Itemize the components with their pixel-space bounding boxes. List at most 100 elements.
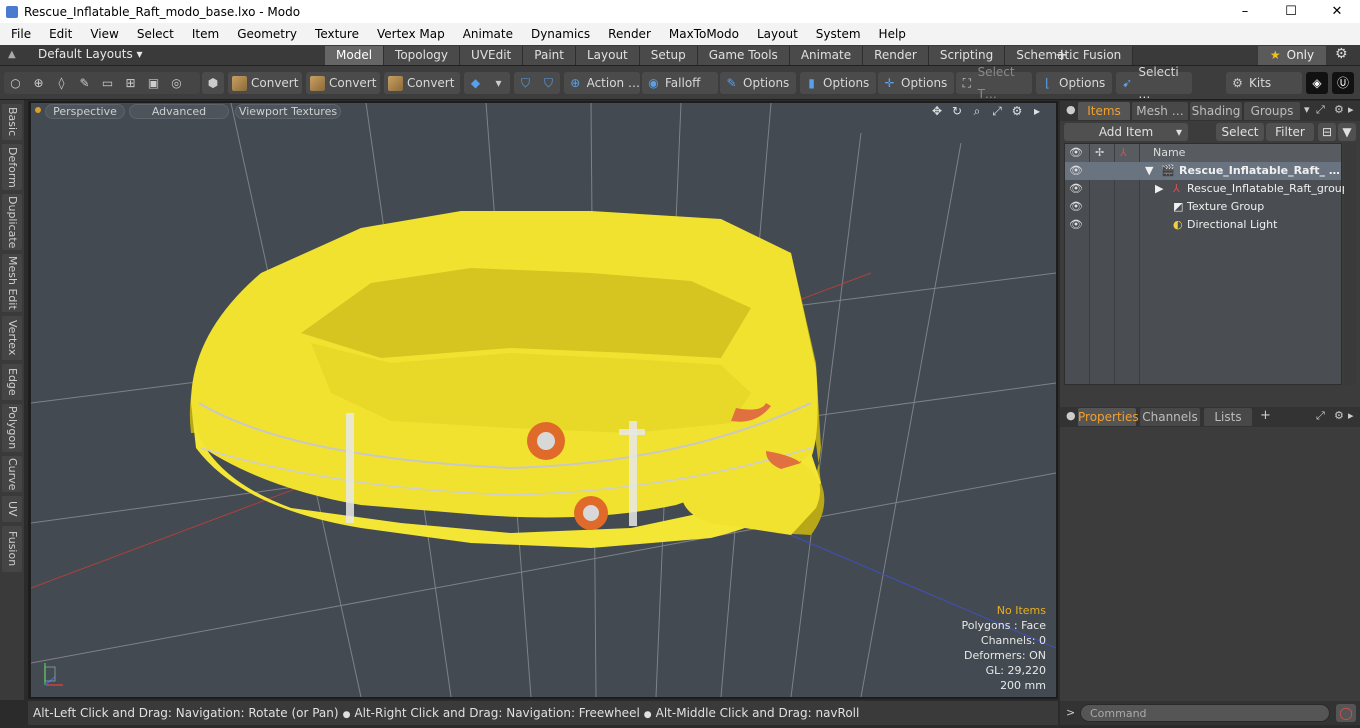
panel-grip-icon[interactable]: ● xyxy=(1066,409,1076,422)
maximize-button[interactable]: ☐ xyxy=(1268,0,1314,23)
action-center-button[interactable]: ⊕ Action … xyxy=(564,72,640,94)
panel-expand-icon[interactable]: ⤢ xyxy=(1316,409,1325,423)
menu-view[interactable]: View xyxy=(79,23,125,45)
fit-icon[interactable]: ⤢ xyxy=(990,104,1004,119)
select-through-button[interactable]: ⛶ Select T… xyxy=(956,65,1032,101)
menu-animate[interactable]: Animate xyxy=(452,23,520,45)
convert-button-2[interactable]: Convert xyxy=(306,72,380,94)
close-button[interactable]: ✕ xyxy=(1314,0,1360,23)
viewport-textures-dropdown[interactable]: Viewport Textures xyxy=(235,104,341,119)
menu-vertex-map[interactable]: Vertex Map xyxy=(366,23,452,45)
collapse-up-icon[interactable]: ▲ xyxy=(8,49,16,60)
tab-uvedit[interactable]: UVEdit xyxy=(460,46,524,65)
add-layout-button[interactable]: + xyxy=(1055,45,1068,64)
expand-arrow-icon[interactable]: ▼ xyxy=(1145,162,1153,180)
add-item-button[interactable]: Add Item ▾ xyxy=(1064,123,1188,141)
panel-expand-icon[interactable]: ⤢ xyxy=(1316,103,1325,117)
item-mode-icon[interactable]: ▣ xyxy=(146,76,161,91)
unity-button[interactable]: ◈ xyxy=(1306,72,1328,94)
side-tab-vertex[interactable]: Vertex xyxy=(2,316,22,360)
side-tab-duplicate[interactable]: Duplicate xyxy=(2,194,22,250)
unreal-button[interactable]: Ⓤ xyxy=(1332,72,1354,94)
item-list-scrollbar[interactable] xyxy=(1344,143,1356,385)
side-tab-fusion[interactable]: Fusion xyxy=(2,526,22,572)
tree-row-mesh-group[interactable]: 👁 ▶ ⅄ Rescue_Inflatable_Raft_group xyxy=(1065,180,1349,198)
tab-paint[interactable]: Paint xyxy=(523,46,576,65)
menu-render[interactable]: Render xyxy=(597,23,658,45)
tab-items[interactable]: Items xyxy=(1078,102,1130,120)
menu-maxtomodo[interactable]: MaxToModo xyxy=(658,23,746,45)
symmetry-group[interactable]: ⛉ ⛉ xyxy=(514,72,560,94)
expand-arrow-icon[interactable]: ▶ xyxy=(1155,180,1163,198)
menu-texture[interactable]: Texture xyxy=(304,23,366,45)
zoom-icon[interactable]: ⌕ xyxy=(970,104,984,119)
command-input[interactable] xyxy=(1080,704,1330,722)
tab-setup[interactable]: Setup xyxy=(639,46,698,65)
gear-icon[interactable]: ⚙ xyxy=(1335,46,1348,62)
panel-arrow-icon[interactable]: ▸ xyxy=(1348,103,1354,116)
menu-item[interactable]: Item xyxy=(181,23,226,45)
menu-dynamics[interactable]: Dynamics xyxy=(520,23,597,45)
side-tab-uv[interactable]: UV xyxy=(2,496,22,522)
options-button-1[interactable]: ✎ Options xyxy=(720,72,796,94)
visibility-eye-icon[interactable]: 👁 xyxy=(1069,180,1083,198)
minimize-button[interactable]: – xyxy=(1222,0,1268,23)
tab-layout[interactable]: Layout xyxy=(575,46,640,65)
visibility-eye-icon[interactable]: 👁 xyxy=(1069,162,1083,180)
selection-sets-button[interactable]: ➹ Selecti … xyxy=(1116,65,1192,101)
options-button-4[interactable]: ⌊ Options xyxy=(1036,72,1112,94)
collapse-icon[interactable]: ⊟ xyxy=(1318,123,1336,141)
kits-button[interactable]: ⚙ Kits xyxy=(1226,72,1302,94)
mesh-shield-button[interactable]: ⬢ xyxy=(202,72,224,94)
menu-layout[interactable]: Layout xyxy=(746,23,805,45)
pan-icon[interactable]: ✥ xyxy=(930,104,944,119)
visibility-eye-icon[interactable]: 👁 xyxy=(1069,198,1083,216)
only-toggle[interactable]: ★ Only xyxy=(1258,46,1326,65)
funnel-icon[interactable]: ▼ xyxy=(1338,123,1356,141)
tab-game-tools[interactable]: Game Tools xyxy=(697,46,790,65)
side-tab-deform[interactable]: Deform xyxy=(2,144,22,190)
convert-button-1[interactable]: Convert xyxy=(228,72,302,94)
tree-row-directional-light[interactable]: 👁 ◐ Directional Light xyxy=(1065,216,1341,234)
tab-render[interactable]: Render xyxy=(863,46,929,65)
side-tab-mesh-edit[interactable]: Mesh Edit xyxy=(2,254,22,312)
tab-groups[interactable]: Groups xyxy=(1244,102,1300,120)
tab-topology[interactable]: Topology xyxy=(384,46,461,65)
visibility-eye-icon[interactable]: 👁 xyxy=(1069,216,1083,234)
side-tab-basic[interactable]: Basic xyxy=(2,104,22,140)
side-tab-curve[interactable]: Curve xyxy=(2,456,22,492)
add-tab-button[interactable]: + xyxy=(1260,408,1271,423)
menu-system[interactable]: System xyxy=(805,23,868,45)
side-tab-edge[interactable]: Edge xyxy=(2,364,22,400)
options-button-3[interactable]: ✛ Options xyxy=(878,72,954,94)
filter-button[interactable]: Filter xyxy=(1266,123,1314,141)
edge-mode-icon[interactable]: ▭ xyxy=(100,76,115,91)
side-tab-polygon[interactable]: Polygon xyxy=(2,404,22,452)
advanced-dropdown[interactable]: Advanced xyxy=(129,104,229,119)
brush-icon[interactable]: ✎ xyxy=(77,76,92,91)
tree-row-texture-group[interactable]: 👁 ◩ Texture Group xyxy=(1065,198,1341,216)
snap-dropdown[interactable]: ◆ ▾ xyxy=(464,72,510,94)
falloff-button[interactable]: ◉ Falloff xyxy=(642,72,718,94)
tab-lists[interactable]: Lists xyxy=(1204,408,1252,426)
tab-channels[interactable]: Channels xyxy=(1140,408,1200,426)
perspective-dropdown[interactable]: Perspective xyxy=(45,104,125,119)
tree-row-scene[interactable]: 👁 ▼ 🎬 Rescue_Inflatable_Raft_ … xyxy=(1065,162,1341,180)
tab-animate[interactable]: Animate xyxy=(789,46,864,65)
menu-edit[interactable]: Edit xyxy=(38,23,79,45)
tab-mesh[interactable]: Mesh … xyxy=(1132,102,1188,120)
globe-icon[interactable]: ⊕ xyxy=(31,76,46,91)
viewport-menu-arrow-icon[interactable]: ▸ xyxy=(1030,104,1044,119)
viewport-status-dot[interactable] xyxy=(35,107,41,113)
options-button-2[interactable]: ▮ Options xyxy=(800,72,876,94)
lasso-icon[interactable]: ◊ xyxy=(54,76,69,91)
tab-shading[interactable]: Shading xyxy=(1190,102,1242,120)
panel-grip-icon[interactable]: ● xyxy=(1066,103,1076,116)
panel-dropdown-icon[interactable]: ▾ xyxy=(1304,103,1310,116)
panel-options-icon[interactable]: ⚙ xyxy=(1334,103,1344,116)
polygon-mode-icon[interactable]: ⊞ xyxy=(123,76,138,91)
rotate-icon[interactable]: ↻ xyxy=(950,104,964,119)
menu-file[interactable]: File xyxy=(0,23,38,45)
menu-help[interactable]: Help xyxy=(868,23,913,45)
panel-options-icon[interactable]: ⚙ xyxy=(1334,409,1344,422)
